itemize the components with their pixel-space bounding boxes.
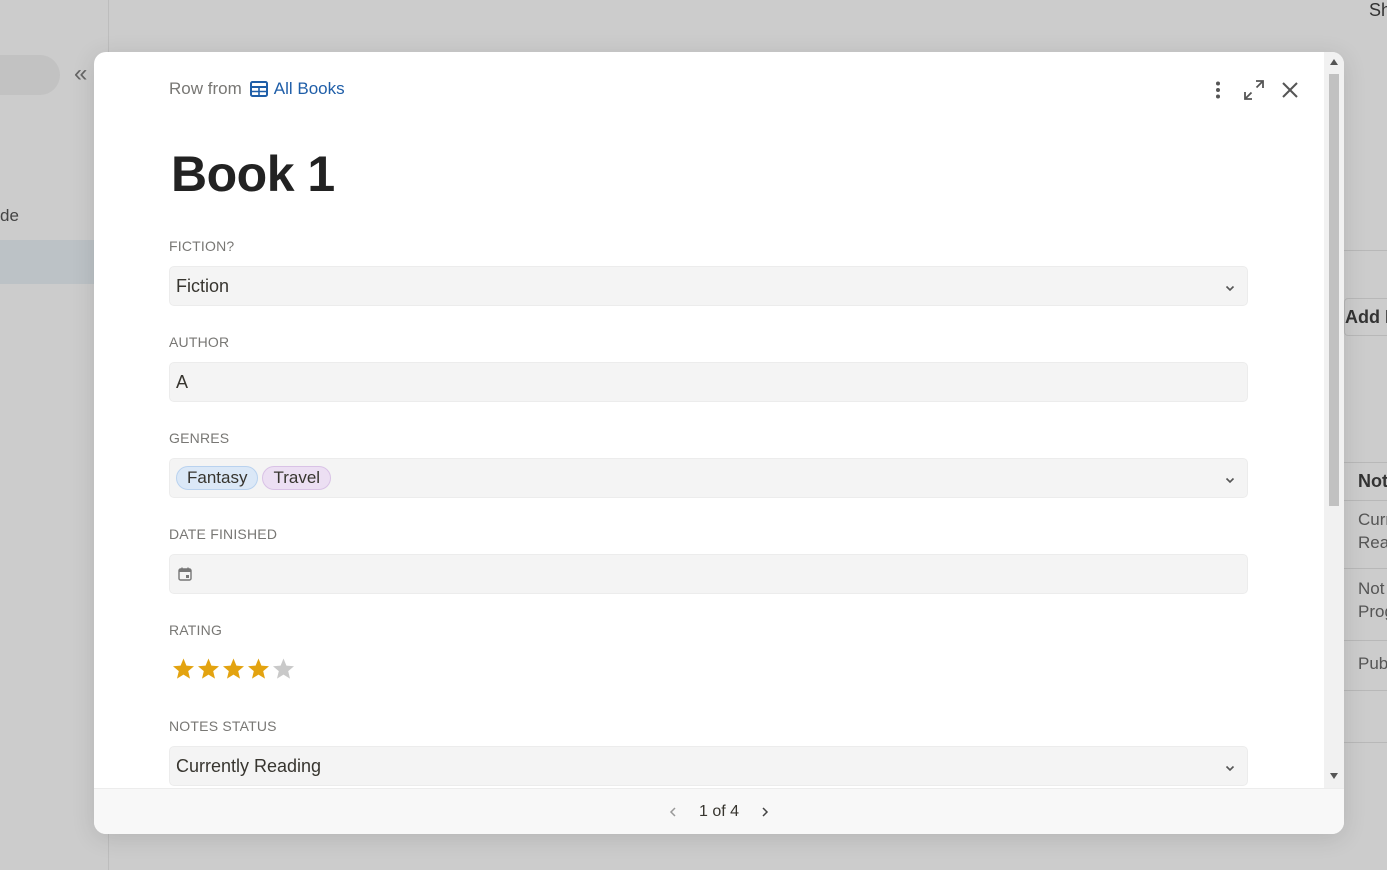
- chevron-down-icon: [1223, 759, 1237, 773]
- background-table-panel: Add N Not Curr Rea Not Prog Pub: [1344, 0, 1387, 870]
- notes-status-label: NOTES STATUS: [169, 718, 277, 734]
- expand-icon[interactable]: [1236, 74, 1272, 106]
- chevron-down-icon: [1223, 279, 1237, 293]
- background-cell: Rea: [1358, 533, 1387, 552]
- genres-multiselect[interactable]: Fantasy Travel: [169, 458, 1248, 498]
- star-filled-icon[interactable]: [246, 657, 271, 681]
- breadcrumb: Row from All Books: [169, 78, 345, 100]
- date-finished-input[interactable]: [169, 554, 1248, 594]
- rating-stars[interactable]: [171, 657, 296, 681]
- author-label: AUTHOR: [169, 334, 230, 350]
- pagination-footer: 1 of 4: [94, 788, 1344, 834]
- modal-scrollbar[interactable]: [1324, 52, 1344, 788]
- background-add-text: Add N: [1345, 307, 1387, 327]
- modal-content: Row from All Books Book 1 FICTION? Ficti…: [94, 52, 1324, 788]
- author-value: A: [176, 371, 189, 392]
- collapse-sidebar-icon[interactable]: «: [74, 60, 87, 88]
- more-vertical-icon[interactable]: [1200, 74, 1236, 106]
- star-filled-icon[interactable]: [196, 657, 221, 681]
- chevron-right-icon: [762, 806, 769, 817]
- chevron-left-icon: [669, 806, 676, 817]
- background-column-header: Not: [1358, 471, 1387, 491]
- background-search-pill[interactable]: [0, 55, 60, 95]
- genres-label: GENRES: [169, 430, 230, 446]
- star-empty-icon[interactable]: [271, 657, 296, 681]
- genre-tag-travel[interactable]: Travel: [262, 466, 332, 490]
- modal-actions: [1200, 74, 1308, 106]
- breadcrumb-table-link[interactable]: All Books: [274, 79, 345, 99]
- fiction-value: Fiction: [176, 275, 230, 296]
- table-icon: [249, 80, 268, 98]
- background-cell: Prog: [1358, 602, 1387, 621]
- next-row-button[interactable]: [751, 798, 779, 826]
- notes-status-value: Currently Reading: [176, 755, 322, 776]
- star-filled-icon[interactable]: [171, 657, 196, 681]
- previous-row-button[interactable]: [659, 798, 687, 826]
- scroll-up-icon[interactable]: [1330, 59, 1338, 65]
- close-icon[interactable]: [1272, 74, 1308, 106]
- notes-status-select[interactable]: Currently Reading: [169, 746, 1248, 786]
- page-title[interactable]: Book 1: [171, 145, 335, 203]
- fiction-label: FICTION?: [169, 238, 235, 254]
- row-detail-modal: Row from All Books Book 1 FICTION? Ficti…: [94, 52, 1344, 834]
- star-filled-icon[interactable]: [221, 657, 246, 681]
- background-cell: Pub: [1358, 654, 1387, 673]
- pagination-text: 1 of 4: [698, 802, 740, 820]
- background-cell: Not: [1358, 579, 1385, 598]
- scrollbar-thumb[interactable]: [1329, 74, 1339, 506]
- background-sidebar-selected: [0, 240, 108, 284]
- genre-tag-fantasy[interactable]: Fantasy: [176, 466, 259, 490]
- calendar-icon: [177, 566, 193, 582]
- author-input[interactable]: A: [169, 362, 1248, 402]
- rating-label: RATING: [169, 622, 223, 638]
- date-finished-label: DATE FINISHED: [169, 526, 278, 542]
- background-cell: Curr: [1358, 510, 1387, 529]
- breadcrumb-prefix: Row from: [169, 79, 242, 98]
- background-sidebar-text: de: [0, 206, 19, 225]
- fiction-select[interactable]: Fiction: [169, 266, 1248, 306]
- scroll-down-icon[interactable]: [1330, 773, 1338, 779]
- chevron-down-icon: [1223, 471, 1237, 485]
